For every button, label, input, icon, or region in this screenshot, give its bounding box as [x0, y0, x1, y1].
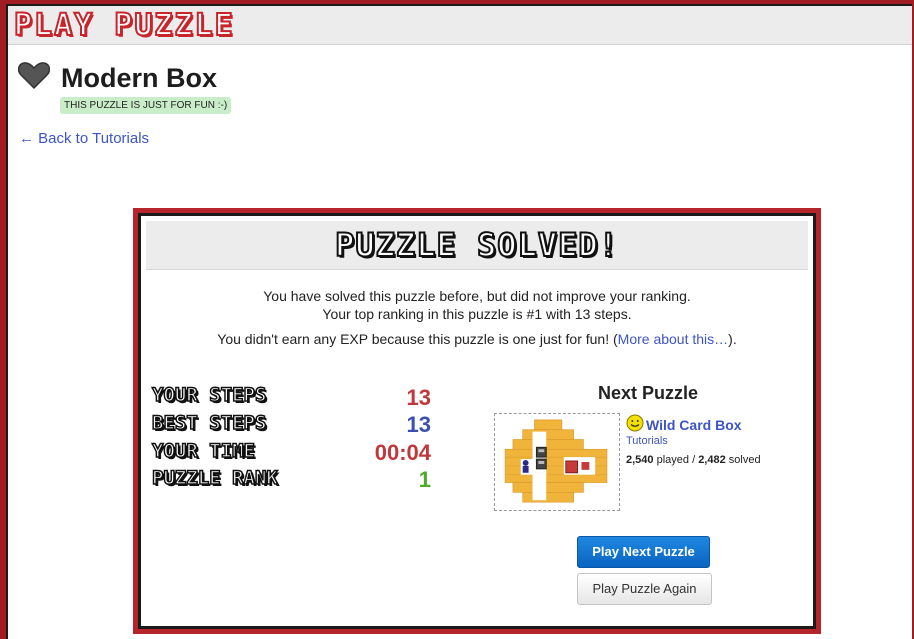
- next-puzzle-name-link[interactable]: Wild Card Box: [646, 417, 742, 433]
- message-line-3-prefix: You didn't earn any EXP because this puz…: [217, 331, 618, 347]
- stat-label-puzzle-rank: PUZZLE RANK: [151, 466, 278, 490]
- solved-label: solved: [728, 454, 761, 466]
- next-puzzle-heading: Next Puzzle: [597, 383, 699, 403]
- next-puzzle-stats: 2,540 played / 2,482 solved: [626, 454, 761, 466]
- play-next-puzzle-button[interactable]: Play Next Puzzle: [577, 536, 710, 568]
- next-puzzle-category-link[interactable]: Tutorials: [626, 435, 668, 447]
- page-title: Modern Box: [61, 63, 218, 93]
- heart-icon[interactable]: [18, 61, 50, 89]
- message-line-3-suffix: ).: [728, 331, 737, 347]
- message-line-1: You have solved this puzzle before, but …: [263, 288, 691, 304]
- stat-value-best-steps: 13: [406, 412, 431, 437]
- played-label: played /: [656, 454, 696, 466]
- more-about-this-link[interactable]: More about this…: [618, 331, 729, 347]
- stat-label-your-steps: YOUR STEPS: [151, 383, 267, 407]
- stat-value-your-steps: 13: [406, 385, 431, 410]
- stat-value-puzzle-rank: 1: [418, 467, 431, 492]
- back-to-tutorials-link[interactable]: ← Back to Tutorials: [19, 130, 149, 147]
- puzzle-solved-modal: PUZZLE SOLVED! You have solved this puzz…: [133, 208, 821, 634]
- message-line-2: Your top ranking in this puzzle is #1 wi…: [322, 306, 632, 322]
- played-count: 2,540: [626, 454, 654, 466]
- play-puzzle-again-button[interactable]: Play Puzzle Again: [577, 573, 712, 605]
- site-logo[interactable]: PLAY PUZZLE: [13, 7, 235, 44]
- site-header: PLAY PUZZLE: [8, 6, 912, 45]
- fun-badge: THIS PUZZLE IS JUST FOR FUN :-): [60, 97, 232, 114]
- modal-header: PUZZLE SOLVED!: [146, 221, 808, 270]
- stat-label-best-steps: BEST STEPS: [151, 411, 267, 435]
- solved-count: 2,482: [698, 454, 726, 466]
- modal-heading: PUZZLE SOLVED!: [334, 225, 619, 265]
- smiley-icon: [626, 414, 644, 432]
- message-line-3: You didn't earn any EXP because this puz…: [138, 331, 816, 347]
- next-puzzle-thumbnail[interactable]: [494, 413, 620, 511]
- stat-value-your-time: 00:04: [374, 440, 431, 465]
- stat-label-your-time: YOUR TIME: [151, 439, 255, 463]
